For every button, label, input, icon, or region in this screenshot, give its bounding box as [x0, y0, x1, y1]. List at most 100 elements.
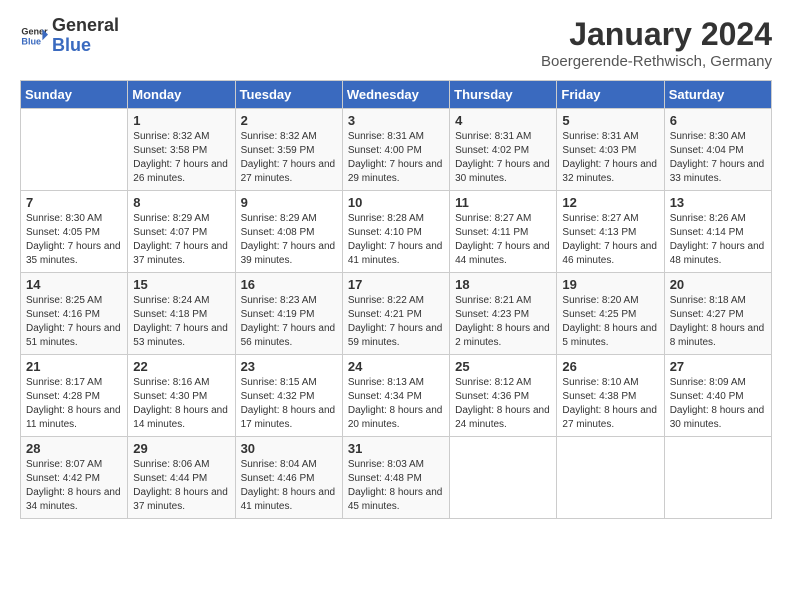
cell-content: Sunrise: 8:29 AMSunset: 4:07 PMDaylight:…	[133, 212, 229, 268]
calendar-cell: 4 Sunrise: 8:31 AMSunset: 4:02 PMDaylight…	[450, 109, 557, 191]
calendar-cell: 30 Sunrise: 8:04 AMSunset: 4:46 PMDayligh…	[235, 437, 342, 519]
calendar-cell: 29Sunrise: 8:06 AMSunset: 4:44 PMDayligh…	[128, 437, 235, 519]
logo: General Blue General Blue	[20, 16, 119, 56]
cell-content: Sunrise: 8:13 AMSunset: 4:34 PMDaylight:…	[348, 376, 444, 432]
cell-content: Sunrise: 8:16 AMSunset: 4:30 PMDaylight:…	[133, 376, 229, 432]
day-number: 3	[348, 113, 444, 128]
cell-content: Sunrise: 8:32 AMSunset: 3:59 PMDaylight:…	[241, 130, 337, 186]
calendar-cell: 26 Sunrise: 8:10 AMSunset: 4:38 PMDayligh…	[557, 355, 664, 437]
cell-content: Sunrise: 8:23 AMSunset: 4:19 PMDaylight:…	[241, 294, 337, 350]
calendar-cell: 15 Sunrise: 8:24 AMSunset: 4:18 PMDayligh…	[128, 273, 235, 355]
calendar-cell: 3 Sunrise: 8:31 AMSunset: 4:00 PMDaylight…	[342, 109, 449, 191]
calendar-cell: 18 Sunrise: 8:21 AMSunset: 4:23 PMDayligh…	[450, 273, 557, 355]
calendar-cell: 22 Sunrise: 8:16 AMSunset: 4:30 PMDayligh…	[128, 355, 235, 437]
logo-blue-text: Blue	[52, 36, 119, 56]
day-number: 2	[241, 113, 337, 128]
calendar-cell: 2 Sunrise: 8:32 AMSunset: 3:59 PMDaylight…	[235, 109, 342, 191]
day-header-tuesday: Tuesday	[235, 81, 342, 109]
week-row-5: 28 Sunrise: 8:07 AMSunset: 4:42 PMDayligh…	[21, 437, 772, 519]
day-number: 10	[348, 195, 444, 210]
cell-content: Sunrise: 8:20 AMSunset: 4:25 PMDaylight:…	[562, 294, 658, 350]
day-number: 4	[455, 113, 551, 128]
cell-content: Sunrise: 8:31 AMSunset: 4:03 PMDaylight:…	[562, 130, 658, 186]
day-number: 21	[26, 359, 122, 374]
cell-content: Sunrise: 8:04 AMSunset: 4:46 PMDaylight:…	[241, 458, 337, 514]
day-header-wednesday: Wednesday	[342, 81, 449, 109]
calendar-header-row: SundayMondayTuesdayWednesdayThursdayFrid…	[21, 81, 772, 109]
cell-content: Sunrise: 8:06 AMSunset: 4:44 PMDaylight:…	[133, 458, 229, 514]
day-number: 18	[455, 277, 551, 292]
day-number: 19	[562, 277, 658, 292]
header: General Blue General Blue January 2024 B…	[20, 16, 772, 70]
cell-content: Sunrise: 8:21 AMSunset: 4:23 PMDaylight:…	[455, 294, 551, 350]
calendar-cell: 16 Sunrise: 8:23 AMSunset: 4:19 PMDayligh…	[235, 273, 342, 355]
calendar-cell: 19 Sunrise: 8:20 AMSunset: 4:25 PMDayligh…	[557, 273, 664, 355]
cell-content: Sunrise: 8:30 AMSunset: 4:04 PMDaylight:…	[670, 130, 766, 186]
day-number: 6	[670, 113, 766, 128]
calendar-cell: 8 Sunrise: 8:29 AMSunset: 4:07 PMDaylight…	[128, 191, 235, 273]
calendar-cell: 9 Sunrise: 8:29 AMSunset: 4:08 PMDaylight…	[235, 191, 342, 273]
day-number: 9	[241, 195, 337, 210]
week-row-4: 21Sunrise: 8:17 AMSunset: 4:28 PMDayligh…	[21, 355, 772, 437]
calendar-cell: 31Sunrise: 8:03 AMSunset: 4:48 PMDayligh…	[342, 437, 449, 519]
cell-content: Sunrise: 8:31 AMSunset: 4:02 PMDaylight:…	[455, 130, 551, 186]
cell-content: Sunrise: 8:31 AMSunset: 4:00 PMDaylight:…	[348, 130, 444, 186]
cell-content: Sunrise: 8:10 AMSunset: 4:38 PMDaylight:…	[562, 376, 658, 432]
calendar-cell: 11 Sunrise: 8:27 AMSunset: 4:11 PMDayligh…	[450, 191, 557, 273]
day-header-thursday: Thursday	[450, 81, 557, 109]
day-number: 8	[133, 195, 229, 210]
day-number: 28	[26, 441, 122, 456]
day-number: 30	[241, 441, 337, 456]
day-number: 12	[562, 195, 658, 210]
logo-text: General Blue	[52, 16, 119, 56]
cell-content: Sunrise: 8:24 AMSunset: 4:18 PMDaylight:…	[133, 294, 229, 350]
day-number: 23	[241, 359, 337, 374]
cell-content: Sunrise: 8:28 AMSunset: 4:10 PMDaylight:…	[348, 212, 444, 268]
day-number: 27	[670, 359, 766, 374]
cell-content: Sunrise: 8:27 AMSunset: 4:13 PMDaylight:…	[562, 212, 658, 268]
calendar-cell: 20Sunrise: 8:18 AMSunset: 4:27 PMDayligh…	[664, 273, 771, 355]
cell-content: Sunrise: 8:12 AMSunset: 4:36 PMDaylight:…	[455, 376, 551, 432]
day-number: 11	[455, 195, 551, 210]
calendar-cell	[21, 109, 128, 191]
day-number: 20	[670, 277, 766, 292]
cell-content: Sunrise: 8:27 AMSunset: 4:11 PMDaylight:…	[455, 212, 551, 268]
cell-content: Sunrise: 8:03 AMSunset: 4:48 PMDaylight:…	[348, 458, 444, 514]
cell-content: Sunrise: 8:29 AMSunset: 4:08 PMDaylight:…	[241, 212, 337, 268]
svg-text:Blue: Blue	[21, 36, 41, 46]
day-number: 7	[26, 195, 122, 210]
day-number: 26	[562, 359, 658, 374]
day-number: 15	[133, 277, 229, 292]
cell-content: Sunrise: 8:07 AMSunset: 4:42 PMDaylight:…	[26, 458, 122, 514]
title-area: January 2024 Boergerende-Rethwisch, Germ…	[541, 16, 772, 70]
calendar-cell: 24 Sunrise: 8:13 AMSunset: 4:34 PMDayligh…	[342, 355, 449, 437]
cell-content: Sunrise: 8:25 AMSunset: 4:16 PMDaylight:…	[26, 294, 122, 350]
calendar-cell: 1Sunrise: 8:32 AMSunset: 3:58 PMDaylight…	[128, 109, 235, 191]
calendar-table: SundayMondayTuesdayWednesdayThursdayFrid…	[20, 80, 772, 519]
calendar-cell: 10 Sunrise: 8:28 AMSunset: 4:10 PMDayligh…	[342, 191, 449, 273]
day-number: 13	[670, 195, 766, 210]
day-number: 5	[562, 113, 658, 128]
day-number: 17	[348, 277, 444, 292]
calendar-cell	[450, 437, 557, 519]
week-row-2: 7 Sunrise: 8:30 AMSunset: 4:05 PMDaylight…	[21, 191, 772, 273]
location-title: Boergerende-Rethwisch, Germany	[541, 53, 772, 70]
logo-general-text: General	[52, 16, 119, 36]
calendar-cell: 23Sunrise: 8:15 AMSunset: 4:32 PMDayligh…	[235, 355, 342, 437]
calendar-cell: 28 Sunrise: 8:07 AMSunset: 4:42 PMDayligh…	[21, 437, 128, 519]
day-header-friday: Friday	[557, 81, 664, 109]
calendar-body: 1Sunrise: 8:32 AMSunset: 3:58 PMDaylight…	[21, 109, 772, 519]
day-header-sunday: Sunday	[21, 81, 128, 109]
calendar-cell: 25Sunrise: 8:12 AMSunset: 4:36 PMDayligh…	[450, 355, 557, 437]
calendar-cell: 7 Sunrise: 8:30 AMSunset: 4:05 PMDaylight…	[21, 191, 128, 273]
calendar-cell: 5 Sunrise: 8:31 AMSunset: 4:03 PMDaylight…	[557, 109, 664, 191]
cell-content: Sunrise: 8:30 AMSunset: 4:05 PMDaylight:…	[26, 212, 122, 268]
day-number: 24	[348, 359, 444, 374]
calendar-cell	[664, 437, 771, 519]
calendar-cell: 17Sunrise: 8:22 AMSunset: 4:21 PMDayligh…	[342, 273, 449, 355]
day-number: 16	[241, 277, 337, 292]
day-number: 22	[133, 359, 229, 374]
calendar-cell: 12 Sunrise: 8:27 AMSunset: 4:13 PMDayligh…	[557, 191, 664, 273]
day-number: 14	[26, 277, 122, 292]
month-title: January 2024	[541, 16, 772, 53]
